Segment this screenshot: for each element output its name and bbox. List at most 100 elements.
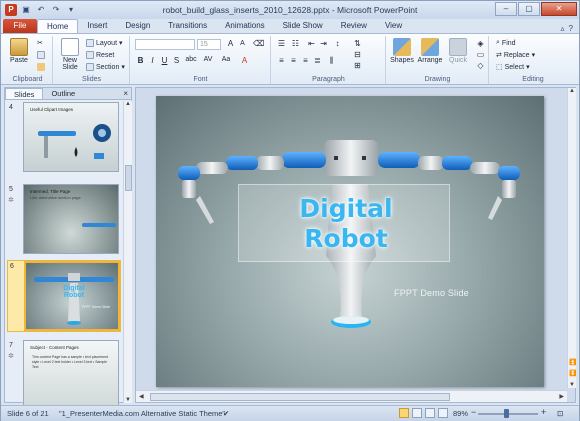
quick-styles-button[interactable]: Quick — [445, 38, 471, 64]
scroll-down-icon[interactable]: ▼ — [569, 382, 575, 388]
previous-slide-icon[interactable]: ⏫ — [569, 359, 576, 366]
panel-scrollbar[interactable]: ▲ ▼ — [123, 101, 132, 403]
copy-button[interactable] — [37, 51, 45, 59]
font-size-field[interactable]: 15 — [197, 39, 221, 50]
tab-slides[interactable]: Slides — [5, 88, 44, 99]
format-painter-button[interactable] — [37, 63, 45, 71]
section-button[interactable]: Section ▾ — [86, 63, 125, 71]
select-button[interactable]: ⬚ Select ▾ — [496, 63, 530, 72]
theme-name[interactable]: "1_PresenterMedia.com Alternative Static… — [59, 409, 225, 418]
panel-scroll-thumb[interactable] — [125, 165, 132, 191]
align-text-icon[interactable]: ⊟ — [352, 50, 363, 59]
find-button[interactable]: ⌕ Find — [496, 39, 516, 47]
thumbnail-image: Digital Robot FPPT Demo Slide — [24, 261, 120, 331]
slide-thumbnail-7[interactable]: 7 ✲ Subject - Content Pages This content… — [7, 340, 121, 412]
increase-indent-icon[interactable]: ⇥ — [318, 39, 329, 48]
zoom-in-button[interactable]: + — [541, 407, 546, 417]
slide-thumbnail-6[interactable]: 6 Digital Robot FPPT Demo Slide — [7, 260, 121, 332]
panel-close-icon[interactable]: × — [123, 89, 128, 98]
shapes-button[interactable]: Shapes — [389, 38, 415, 64]
powerpoint-app-icon[interactable]: P — [5, 4, 17, 16]
spelling-check-icon[interactable]: ✔ — [223, 409, 229, 418]
zoom-level[interactable]: 89% — [453, 409, 468, 418]
reset-button[interactable]: Reset — [86, 51, 114, 59]
scroll-left-icon[interactable]: ◀ — [139, 393, 144, 400]
columns-icon[interactable]: ⫼ — [326, 56, 337, 66]
grow-font-button[interactable]: A — [225, 39, 236, 48]
zoom-slider-knob[interactable] — [504, 409, 509, 418]
reading-view-button[interactable] — [425, 408, 435, 418]
tab-insert[interactable]: Insert — [78, 19, 116, 33]
slide-title[interactable]: Digital Robot — [246, 194, 446, 254]
tab-animations[interactable]: Animations — [216, 19, 274, 33]
slide-thumbnail-5[interactable]: 5 ✲ Intermed. Title Page Like alternativ… — [7, 184, 121, 256]
customize-qat-icon[interactable]: ▾ — [65, 4, 77, 16]
horizontal-scroll-thumb[interactable] — [150, 393, 450, 401]
next-slide-icon[interactable]: ⏬ — [569, 370, 576, 377]
tab-home[interactable]: Home — [37, 19, 79, 33]
cut-button[interactable]: ✂ — [37, 39, 43, 47]
slide-subtitle[interactable]: FPPT Demo Slide — [394, 288, 469, 298]
slide-thumbnail-4[interactable]: 4 Useful Clipart Images — [7, 102, 121, 174]
layout-button[interactable]: Layout ▾ — [86, 39, 123, 47]
bold-button[interactable]: B — [135, 56, 146, 65]
redo-icon[interactable]: ↷ — [50, 4, 62, 16]
minimize-button[interactable]: – — [495, 2, 517, 16]
tab-outline[interactable]: Outline — [43, 88, 83, 99]
scroll-right-icon[interactable]: ▶ — [559, 393, 564, 400]
italic-button[interactable]: I — [147, 56, 158, 65]
char-spacing-button[interactable]: AV — [201, 56, 215, 63]
slide-sorter-view-button[interactable] — [412, 408, 422, 418]
line-spacing-icon[interactable]: ↕ — [332, 39, 343, 48]
justify-icon[interactable]: ≣ — [312, 56, 323, 65]
normal-view-button[interactable] — [399, 408, 409, 418]
fit-to-window-icon[interactable]: ⊡ — [557, 409, 563, 418]
scroll-up-icon[interactable]: ▲ — [569, 88, 575, 94]
tab-slide-show[interactable]: Slide Show — [274, 19, 332, 33]
shadow-button[interactable]: abc — [183, 56, 199, 63]
strikethrough-button[interactable]: S — [171, 56, 182, 65]
align-left-icon[interactable]: ≡ — [276, 56, 287, 65]
undo-icon[interactable]: ↶ — [35, 4, 47, 16]
arrange-button[interactable]: Arrange — [417, 38, 443, 64]
slide-show-button[interactable] — [438, 408, 448, 418]
change-case-button[interactable]: Aa — [219, 56, 233, 63]
tab-review[interactable]: Review — [332, 19, 376, 33]
shape-effects-icon[interactable]: ◇ — [475, 61, 486, 70]
smartart-icon[interactable]: ⊞ — [352, 61, 363, 70]
thumbnail-body: This content Page has a sample • text pl… — [32, 355, 108, 369]
close-button[interactable]: ✕ — [541, 2, 577, 16]
save-icon[interactable]: ▣ — [20, 4, 32, 16]
numbering-icon[interactable]: ☷ — [290, 39, 301, 48]
tab-file[interactable]: File — [3, 19, 37, 33]
text-direction-icon[interactable]: ⇅ — [352, 39, 363, 48]
zoom-out-button[interactable]: − — [471, 407, 476, 417]
maximize-button[interactable]: ▢ — [518, 2, 540, 16]
tab-view[interactable]: View — [376, 19, 411, 33]
align-center-icon[interactable]: ≡ — [288, 56, 299, 65]
slides-group: New Slide Layout ▾ Reset Section ▾ Slides — [54, 36, 130, 84]
align-right-icon[interactable]: ≡ — [300, 56, 311, 65]
tab-design[interactable]: Design — [116, 19, 159, 33]
help-icon[interactable]: ? — [569, 24, 573, 33]
new-slide-button[interactable]: New Slide — [57, 38, 83, 71]
font-label: Font — [193, 76, 208, 83]
ribbon-minimize-icon[interactable]: ▵ — [561, 24, 565, 33]
shape-fill-icon[interactable]: ◈ — [475, 39, 486, 48]
font-name-field[interactable] — [135, 39, 195, 50]
paste-button[interactable]: Paste — [6, 38, 32, 64]
decrease-indent-icon[interactable]: ⇤ — [306, 39, 317, 48]
slide-canvas[interactable]: Digital Robot FPPT Demo Slide — [156, 96, 544, 387]
editor-horizontal-scrollbar[interactable]: ◀ ▶ — [136, 390, 567, 402]
scroll-up-icon[interactable]: ▲ — [125, 101, 131, 107]
bullets-icon[interactable]: ☰ — [276, 39, 287, 48]
tab-transitions[interactable]: Transitions — [159, 19, 216, 33]
font-color-button[interactable]: A — [239, 56, 250, 65]
shape-outline-icon[interactable]: ▭ — [475, 50, 486, 59]
clear-format-icon[interactable]: ⌫ — [253, 39, 264, 48]
shrink-font-button[interactable]: A — [237, 40, 248, 47]
underline-button[interactable]: U — [159, 56, 170, 65]
replace-button[interactable]: ⇄ Replace ▾ — [496, 51, 535, 60]
scroll-down-icon[interactable]: ▼ — [125, 397, 131, 403]
editor-vertical-scrollbar[interactable]: ▲ ⏫ ⏬ ▼ — [567, 88, 576, 388]
